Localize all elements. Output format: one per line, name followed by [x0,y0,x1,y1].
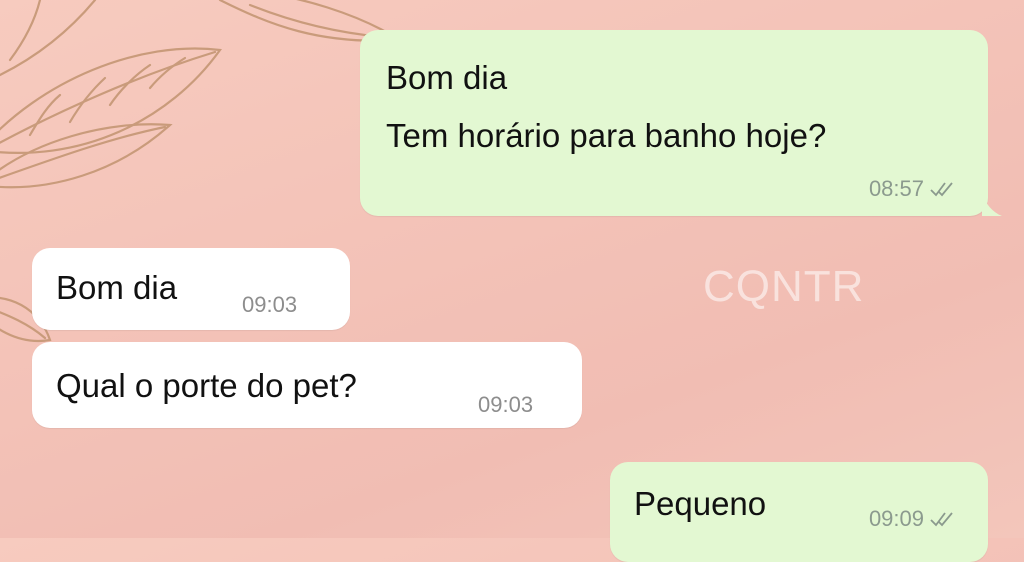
message-line: Tem horário para banho hoje? [386,117,827,154]
message-text: Bom dia [56,269,178,306]
outgoing-message-bubble[interactable]: Bom dia Tem horário para banho hoje? 08:… [360,30,988,216]
watermark-text: CQNTR [703,262,865,311]
message-line: Bom dia [386,59,508,96]
message-meta: 09:09 [869,506,958,532]
message-meta: 08:57 [869,176,958,202]
message-time: 09:03 [242,292,298,317]
incoming-message-bubble[interactable]: Bom dia 09:03 [32,248,350,330]
outgoing-message-bubble[interactable]: Pequeno 09:09 [610,462,988,562]
chat-area[interactable]: CQNTR Bom dia Tem horário para banho hoj… [0,0,1024,562]
message-text: Qual o porte do pet? [56,367,357,404]
read-ticks-icon [930,512,953,527]
bubble-tail [982,194,1002,216]
read-ticks-icon [930,182,953,197]
message-text: Pequeno [634,485,767,522]
message-time: 09:09 [868,506,924,531]
message-time: 08:57 [868,176,924,201]
incoming-message-bubble[interactable]: Qual o porte do pet? 09:03 [32,342,582,428]
message-time: 09:03 [478,392,534,417]
